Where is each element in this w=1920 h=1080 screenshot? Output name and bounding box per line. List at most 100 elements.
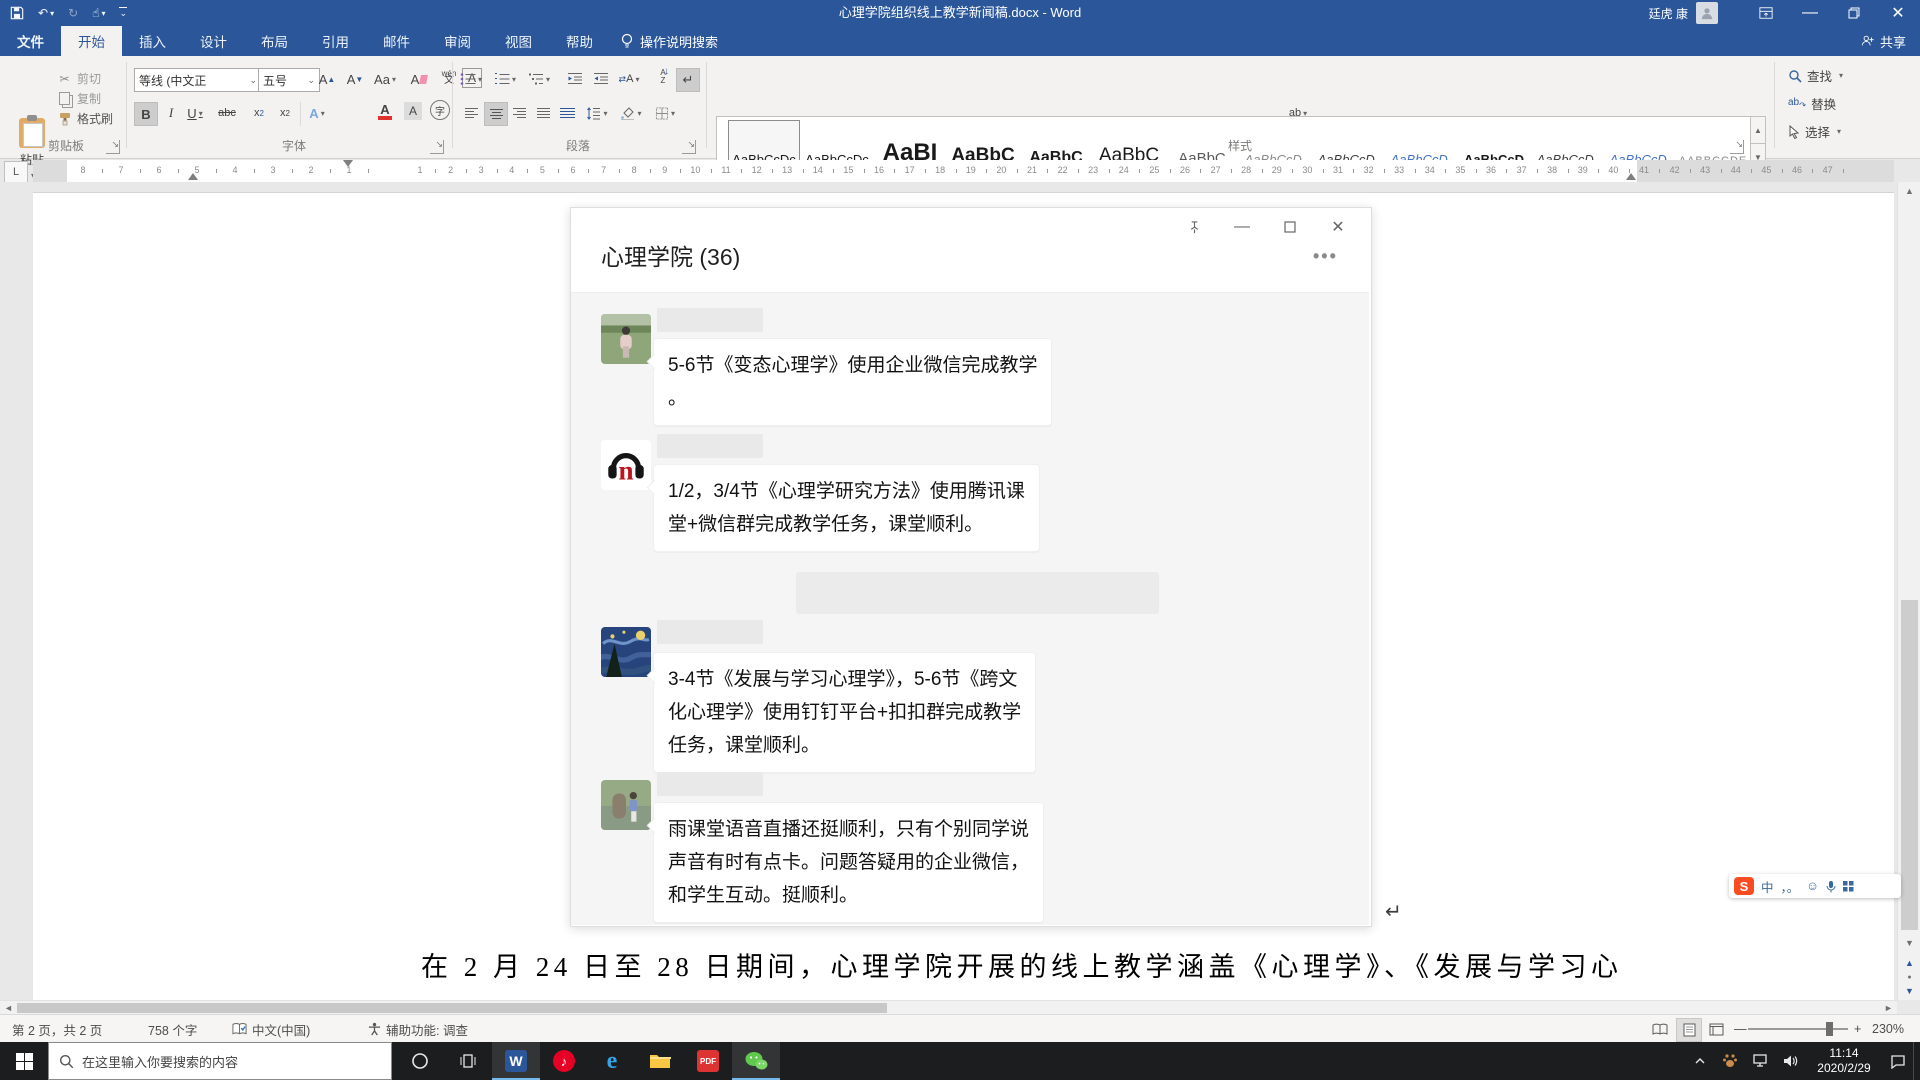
styles-dialog-launcher[interactable]: ↘ [1730, 140, 1744, 154]
right-indent-marker[interactable] [1626, 173, 1636, 180]
bullet-list-button[interactable]: ▾ [460, 68, 482, 90]
align-right-button[interactable] [508, 102, 530, 124]
strikethrough-button[interactable]: abc [216, 102, 238, 124]
distribute-button[interactable] [556, 102, 578, 124]
horizontal-ruler[interactable]: 8765432112345678910111213141516171819202… [33, 160, 1894, 182]
vertical-scroll-thumb[interactable] [1901, 600, 1918, 930]
taskbar-wechat-icon[interactable] [732, 1042, 780, 1080]
show-hide-marks-button[interactable]: ↵ [676, 68, 700, 92]
minimize-button[interactable]: — [1788, 0, 1832, 26]
tab-布局[interactable]: 布局 [244, 26, 305, 56]
line-spacing-button[interactable]: ▾ [586, 102, 608, 124]
sort-button[interactable]: AZ↓ [652, 66, 674, 88]
start-button[interactable] [0, 1042, 48, 1080]
zoom-level[interactable]: 230% [1872, 1015, 1904, 1043]
zoom-slider-track[interactable] [1748, 1028, 1848, 1030]
align-left-button[interactable] [460, 102, 482, 124]
borders-button[interactable]: ▾ [654, 102, 676, 124]
sogou-ime-toolbar[interactable]: S 中 ，。 ☺ [1729, 874, 1901, 898]
horizontal-scroll-thumb[interactable] [17, 1003, 887, 1013]
shading-button[interactable]: ▾ [620, 102, 642, 124]
increase-indent-button[interactable] [590, 68, 612, 90]
change-case-button[interactable]: Aa▾ [374, 68, 396, 90]
restore-button[interactable] [1832, 0, 1876, 26]
tab-file[interactable]: 文件 [0, 26, 61, 56]
volume-tray-icon[interactable] [1775, 1042, 1805, 1080]
zoom-slider-thumb[interactable] [1826, 1022, 1833, 1036]
ribbon-display-options-button[interactable] [1744, 0, 1788, 26]
phonetic-guide-button[interactable]: wén文 [438, 66, 460, 88]
proofing-status[interactable]: 中文(中国) [232, 1015, 310, 1043]
asian-layout-button[interactable]: ⇄A▾ [618, 68, 640, 90]
taskbar-pdf-icon[interactable]: PDF [684, 1042, 732, 1080]
align-center-button[interactable] [484, 102, 508, 126]
taskbar-search-box[interactable]: 在这里输入你要搜索的内容 [48, 1042, 392, 1080]
scroll-up-arrow[interactable]: ▲ [1898, 182, 1920, 200]
sogou-tray-icon[interactable] [1715, 1042, 1745, 1080]
print-layout-button[interactable] [1676, 1018, 1702, 1042]
word-count[interactable]: 758 个字 [148, 1015, 197, 1043]
underline-button[interactable]: U▾ [184, 102, 206, 124]
clear-formatting-button[interactable]: A [408, 68, 430, 90]
cortana-button[interactable] [396, 1042, 444, 1080]
bold-button[interactable]: B [134, 102, 158, 126]
ime-chinese-mode-icon[interactable]: 中 [1761, 877, 1774, 896]
shrink-font-button[interactable]: A▼ [344, 68, 366, 90]
first-line-indent-marker[interactable] [343, 160, 353, 167]
ime-punctuation-icon[interactable]: ，。 [1781, 877, 1800, 896]
find-button[interactable]: 查找▾ [1788, 66, 1843, 85]
network-tray-icon[interactable] [1745, 1042, 1775, 1080]
font-dialog-launcher[interactable]: ↘ [430, 140, 444, 154]
sogou-logo-icon[interactable]: S [1734, 877, 1754, 895]
task-view-button[interactable] [444, 1042, 492, 1080]
numbered-list-button[interactable]: ▾ [494, 68, 516, 90]
undo-button[interactable]: ↶▾ [38, 6, 54, 20]
tab-邮件[interactable]: 邮件 [366, 26, 427, 56]
show-desktop-button[interactable] [1913, 1042, 1920, 1080]
taskbar-file-explorer-icon[interactable] [636, 1042, 684, 1080]
share-button[interactable]: 共享 [1861, 26, 1906, 56]
enclose-characters-button[interactable]: 字 [430, 100, 450, 120]
tell-me-search[interactable]: 操作说明搜索 [610, 26, 728, 56]
zoom-in-button[interactable]: + [1854, 1015, 1861, 1043]
read-mode-button[interactable] [1648, 1018, 1672, 1040]
touch-mode-button[interactable]: ☝▾ [92, 6, 105, 20]
tab-stop-selector[interactable]: L [4, 161, 28, 183]
horizontal-scrollbar[interactable]: ◄ ► [0, 1000, 1897, 1015]
ime-mic-icon[interactable] [1826, 880, 1836, 893]
tab-帮助[interactable]: 帮助 [549, 26, 610, 56]
font-color-button[interactable]: A [374, 100, 396, 122]
zoom-out-button[interactable]: — [1734, 1015, 1747, 1043]
scroll-left-arrow[interactable]: ◄ [0, 1001, 17, 1015]
accessibility-status[interactable]: 辅助功能: 调查 [368, 1015, 468, 1043]
font-family-combo[interactable]: 等线 (中文正⌄ [134, 68, 262, 92]
taskbar-word-icon[interactable]: W [492, 1042, 540, 1080]
close-button[interactable]: ✕ [1876, 0, 1920, 26]
web-layout-button[interactable] [1704, 1018, 1728, 1040]
document-page[interactable]: 心理学院 (36) — ✕ ••• 5-6节《变态心理学》使用企业微信完成教学。… [33, 192, 1894, 1000]
redo-button[interactable]: ↻ [68, 6, 78, 20]
next-page-button[interactable]: ▼ [1898, 982, 1920, 1000]
superscript-button[interactable]: x2 [274, 102, 296, 124]
styles-scroll-up[interactable]: ▲ [1750, 116, 1766, 144]
copy-button[interactable]: 复制 [56, 90, 101, 107]
taskbar-clock[interactable]: 11:14 2020/2/29 [1805, 1046, 1883, 1076]
font-size-combo[interactable]: 五号⌄ [258, 68, 320, 92]
justify-button[interactable] [532, 102, 554, 124]
character-shading-button[interactable]: A [404, 102, 422, 120]
ime-emoji-icon[interactable]: ☺ [1806, 879, 1819, 893]
tab-设计[interactable]: 设计 [183, 26, 244, 56]
avatar[interactable] [1696, 2, 1718, 24]
replace-button[interactable]: ab↷ 替换 [1788, 94, 1836, 113]
tab-审阅[interactable]: 审阅 [427, 26, 488, 56]
taskbar-netease-music-icon[interactable]: ♪ [540, 1042, 588, 1080]
hidden-icons-chevron[interactable] [1685, 1042, 1715, 1080]
ime-toolbox-icon[interactable] [1843, 881, 1854, 892]
customize-qat-button[interactable]: ⌄ [119, 7, 127, 19]
text-effects-button[interactable]: A▾ [306, 102, 328, 124]
subscript-button[interactable]: x2 [248, 102, 270, 124]
format-painter-button[interactable]: 格式刷 [56, 110, 113, 127]
tab-引用[interactable]: 引用 [305, 26, 366, 56]
grow-font-button[interactable]: A▲ [316, 68, 338, 90]
decrease-indent-button[interactable] [564, 68, 586, 90]
